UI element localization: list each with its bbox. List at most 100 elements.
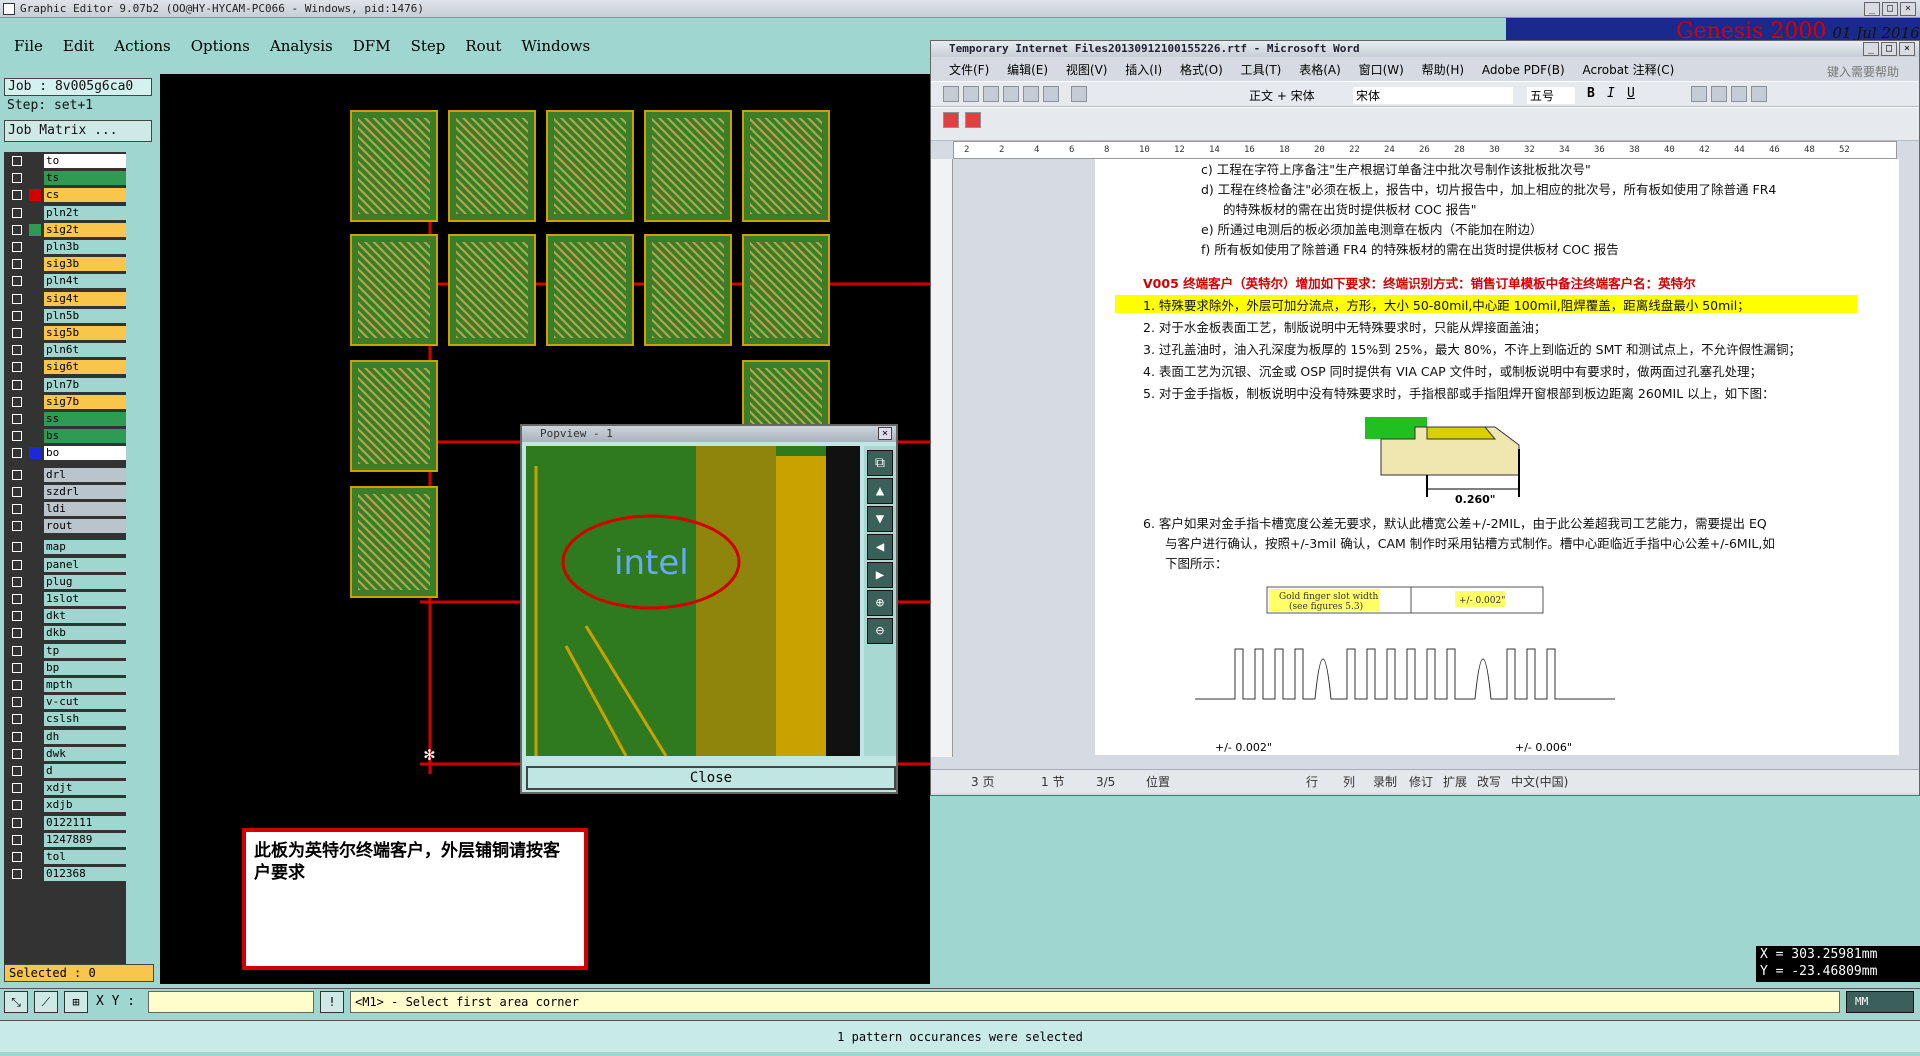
- layer-row-sig2t[interactable]: sig2t: [6, 222, 126, 237]
- xy-input[interactable]: [148, 991, 314, 1013]
- layer-checkbox[interactable]: [12, 800, 22, 811]
- word-menu-tools[interactable]: 工具(T): [1241, 63, 1282, 77]
- layer-checkbox[interactable]: [12, 328, 22, 338]
- word-menu-insert[interactable]: 插入(I): [1125, 63, 1162, 77]
- layer-row-rout[interactable]: rout: [6, 519, 126, 534]
- layer-row-ldi[interactable]: ldi: [6, 502, 126, 516]
- layer-row-drl[interactable]: drl: [6, 467, 126, 482]
- horizontal-scrollbar[interactable]: [931, 757, 1919, 769]
- maximize-button[interactable]: □: [1882, 2, 1898, 16]
- measure-tool-icon[interactable]: ⟋: [34, 991, 58, 1013]
- pan-right-icon[interactable]: ▶: [867, 562, 893, 588]
- word-menu-view[interactable]: 视图(V): [1066, 63, 1108, 77]
- layer-row-ss[interactable]: ss: [6, 412, 126, 426]
- layer-checkbox[interactable]: [12, 680, 22, 690]
- layer-row-012368[interactable]: 012368: [6, 867, 126, 882]
- layer-row-xdjb[interactable]: xdjb: [6, 798, 126, 813]
- menu-rout[interactable]: Rout: [463, 35, 503, 57]
- layer-checkbox[interactable]: [12, 242, 22, 252]
- layer-checkbox[interactable]: [12, 486, 22, 497]
- layer-checkbox[interactable]: [12, 173, 22, 184]
- menu-step[interactable]: Step: [409, 35, 448, 57]
- layer-checkbox[interactable]: [12, 714, 22, 725]
- new-doc-icon[interactable]: [943, 86, 959, 102]
- alert-icon[interactable]: !: [320, 991, 344, 1013]
- layer-row-sig3b[interactable]: sig3b: [6, 257, 126, 272]
- layer-row-pln3b[interactable]: pln3b: [6, 240, 126, 254]
- units-select[interactable]: MM: [1846, 991, 1914, 1013]
- layer-checkbox[interactable]: [12, 628, 22, 639]
- layer-row-tp[interactable]: tp: [6, 643, 126, 658]
- layer-row-pln2t[interactable]: pln2t: [6, 205, 126, 220]
- layer-checkbox[interactable]: [12, 469, 22, 480]
- layer-row-bo[interactable]: bo: [6, 446, 126, 461]
- layer-checkbox[interactable]: [12, 731, 22, 742]
- layer-row-bp[interactable]: bp: [6, 660, 126, 675]
- layer-checkbox[interactable]: [12, 783, 22, 794]
- layer-checkbox[interactable]: [12, 645, 22, 656]
- word-maximize-button[interactable]: □: [1881, 42, 1897, 56]
- layer-checkbox[interactable]: [12, 748, 22, 759]
- menu-options[interactable]: Options: [189, 35, 252, 57]
- menu-actions[interactable]: Actions: [112, 35, 172, 57]
- layer-checkbox[interactable]: [12, 869, 22, 880]
- word-menu-window[interactable]: 窗口(W): [1359, 63, 1404, 77]
- zoom-out-icon[interactable]: ⊖: [867, 618, 893, 644]
- layer-row-dkt[interactable]: dkt: [6, 609, 126, 624]
- open-icon[interactable]: [963, 86, 979, 102]
- layer-row-cslsh[interactable]: cslsh: [6, 712, 126, 727]
- italic-icon[interactable]: I: [1607, 86, 1615, 101]
- layer-checkbox[interactable]: [12, 414, 22, 424]
- layer-row-xdjt[interactable]: xdjt: [6, 781, 126, 796]
- layer-checkbox[interactable]: [12, 559, 22, 570]
- layer-row-pln6t[interactable]: pln6t: [6, 343, 126, 358]
- layer-checkbox[interactable]: [12, 396, 22, 407]
- select-tool-icon[interactable]: ⤡: [4, 991, 28, 1013]
- layer-row-dkb[interactable]: dkb: [6, 626, 126, 641]
- underline-icon[interactable]: U: [1627, 86, 1635, 101]
- menu-windows[interactable]: Windows: [519, 35, 592, 57]
- layer-checkbox[interactable]: [12, 576, 22, 587]
- align-left-icon[interactable]: [1691, 86, 1707, 102]
- layer-checkbox[interactable]: [12, 852, 22, 862]
- layer-row-bs[interactable]: bs: [6, 429, 126, 444]
- print-icon[interactable]: [1003, 86, 1019, 102]
- popview-image[interactable]: intel: [526, 446, 860, 756]
- pdf-email-icon[interactable]: [965, 112, 981, 128]
- word-menu-format[interactable]: 格式(O): [1180, 63, 1223, 77]
- layer-checkbox[interactable]: [12, 293, 22, 304]
- word-menu-acrobat[interactable]: Acrobat 注释(C): [1582, 63, 1674, 77]
- pan-down-icon[interactable]: ▼: [867, 506, 893, 532]
- layer-row-1247889[interactable]: 1247889: [6, 832, 126, 847]
- layer-checkbox[interactable]: [12, 224, 22, 235]
- align-right-icon[interactable]: [1731, 86, 1747, 102]
- layer-row-sig7b[interactable]: sig7b: [6, 394, 126, 409]
- layer-checkbox[interactable]: [12, 766, 22, 776]
- layer-row-pln4t[interactable]: pln4t: [6, 274, 126, 289]
- layer-row-1slot[interactable]: 1slot: [6, 592, 126, 606]
- close-button[interactable]: ×: [1900, 2, 1916, 16]
- layer-row-mpth[interactable]: mpth: [6, 678, 126, 692]
- menu-file[interactable]: File: [12, 35, 45, 57]
- popview-close-icon[interactable]: ×: [878, 427, 892, 440]
- layer-row-pln7b[interactable]: pln7b: [6, 377, 126, 392]
- pan-up-icon[interactable]: ▲: [867, 478, 893, 504]
- word-close-button[interactable]: ×: [1899, 42, 1915, 56]
- style-select[interactable]: 正文 + 宋体: [1249, 87, 1315, 104]
- copy-icon[interactable]: [1023, 86, 1039, 102]
- layer-row-map[interactable]: map: [6, 540, 126, 555]
- size-select[interactable]: 五号: [1527, 87, 1575, 104]
- layer-row-0122111[interactable]: 0122111: [6, 815, 126, 830]
- word-menu-file[interactable]: 文件(F): [949, 63, 989, 77]
- layer-checkbox[interactable]: [12, 594, 22, 604]
- layer-row-plug[interactable]: plug: [6, 574, 126, 589]
- layer-checkbox[interactable]: [12, 448, 22, 459]
- pdf-convert-icon[interactable]: [943, 112, 959, 128]
- layer-checkbox[interactable]: [12, 310, 22, 321]
- layer-row-tol[interactable]: tol: [6, 850, 126, 864]
- bold-icon[interactable]: B: [1587, 86, 1595, 101]
- layer-row-panel[interactable]: panel: [6, 557, 126, 572]
- layer-row-ts[interactable]: ts: [6, 171, 126, 186]
- minimize-button[interactable]: _: [1864, 2, 1880, 16]
- layer-checkbox[interactable]: [12, 521, 22, 532]
